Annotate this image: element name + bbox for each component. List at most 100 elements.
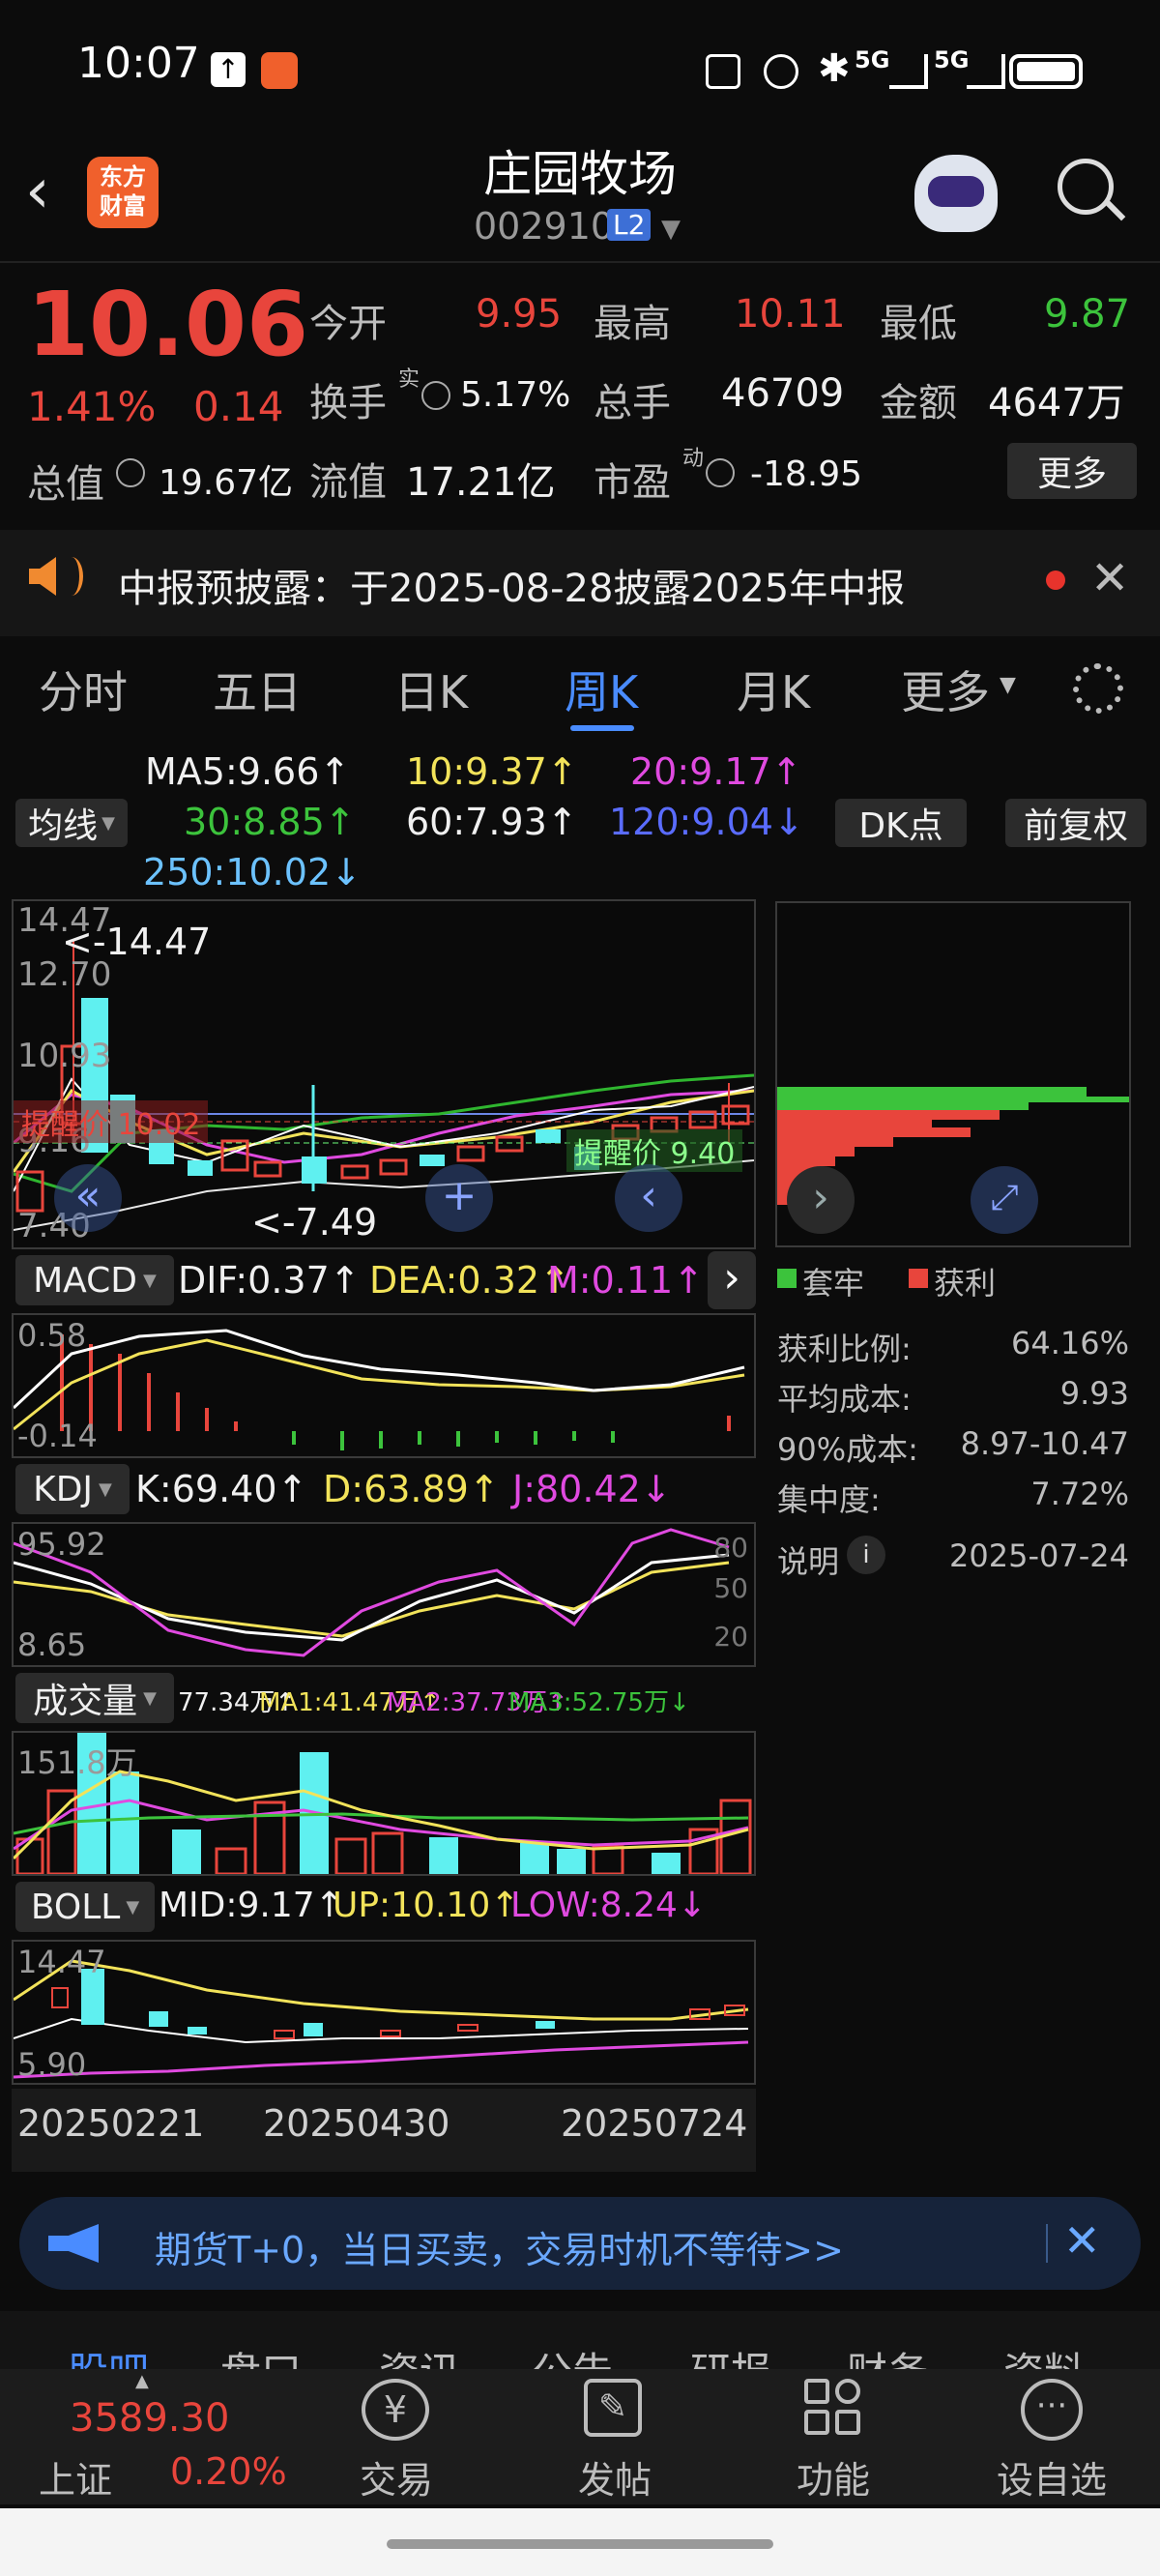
macd-dif: DIF:0.37↑: [178, 1259, 361, 1302]
info-icon[interactable]: i: [847, 1536, 885, 1574]
macd-chart[interactable]: 0.58 -0.14: [12, 1313, 756, 1458]
chip-distribution-chart[interactable]: › ⤢: [775, 901, 1131, 1247]
gear-icon[interactable]: [1073, 663, 1123, 714]
index-name[interactable]: 上证: [39, 2450, 112, 2503]
zoom-in-icon[interactable]: +: [425, 1164, 493, 1232]
boll-low: LOW:8.24↓: [510, 1886, 708, 1925]
chevron-down-icon: ▼: [143, 1270, 157, 1291]
sub-tab-bar[interactable]: 股吧 盘口 资讯 公告 研报 财务 资料: [0, 2311, 1160, 2369]
change-amount: 0.14: [193, 383, 284, 430]
sub-tab-finance[interactable]: 财务: [847, 2340, 928, 2369]
sub-tab-news[interactable]: 资讯: [379, 2340, 460, 2369]
turnover-value: 5.17%: [460, 375, 571, 415]
signal-icon-1: [889, 54, 928, 89]
volume-chart[interactable]: 151.8万: [12, 1731, 756, 1876]
macd-dea: DEA:0.32↑: [369, 1259, 570, 1302]
kdj-level-50: 50: [713, 1572, 748, 1604]
kdj-chart[interactable]: 95.92 8.65 80 50 20: [12, 1522, 756, 1667]
upload-icon: ↑: [211, 52, 246, 87]
chevron-down-icon[interactable]: ▼: [661, 215, 681, 244]
sub-tab-research[interactable]: 研报: [690, 2340, 771, 2369]
app-notification-icon: [261, 52, 298, 89]
active-tab-indicator: [570, 725, 634, 731]
index-percent[interactable]: 0.20%: [170, 2450, 287, 2493]
date-label-2: 20250430: [263, 2102, 450, 2145]
kline-chart[interactable]: 14.47 12.70 10.93 9.16 7.40 <-14.47 <-7.…: [12, 899, 756, 1249]
chevron-down-icon: ▼: [1000, 673, 1016, 697]
ma-selector[interactable]: 均线 ▼: [15, 799, 128, 847]
boll-chart[interactable]: 14.47 5.90: [12, 1940, 756, 2085]
chip-value-avg-cost: 9.93: [1059, 1375, 1129, 1412]
tab-more[interactable]: 更多: [901, 658, 990, 721]
low-value: 9.87: [1044, 292, 1131, 337]
legend-trapped-swatch: [777, 1269, 797, 1288]
tab-five-day[interactable]: 五日: [213, 658, 302, 721]
dea-line: [13, 1338, 745, 1431]
expand-icon[interactable]: ⤢: [971, 1166, 1038, 1234]
unread-dot: [1046, 571, 1065, 590]
alert-price-red[interactable]: 提醒价 10.02: [14, 1100, 209, 1143]
nav-functions[interactable]: 功能: [756, 2450, 911, 2503]
battery-icon: [1009, 54, 1083, 89]
tab-monthly-k[interactable]: 月K: [737, 658, 810, 721]
double-chevron-left-icon[interactable]: «: [54, 1164, 122, 1232]
info-icon[interactable]: [116, 458, 145, 487]
sub-tab-pankou[interactable]: 盘口: [220, 2340, 302, 2369]
date-label-1: 20250221: [17, 2102, 205, 2145]
chip-value-90-cost: 8.97-10.47: [960, 1425, 1129, 1462]
boll-selector[interactable]: BOLL ▼: [15, 1882, 155, 1932]
more-button[interactable]: 更多: [1007, 443, 1137, 499]
sub-tab-profile[interactable]: 资料: [1003, 2340, 1085, 2369]
signal-label-1: 5G: [855, 46, 890, 73]
volume-ma3: MA3:52.75万↓: [508, 1688, 690, 1717]
kdj-top-tick: 95.92: [17, 1526, 106, 1563]
sub-tab-guba[interactable]: 股吧: [68, 2340, 149, 2369]
promo-text: 期货T+0，当日买卖，交易时机不等待>>: [155, 2229, 844, 2271]
market-cap-label: 总值: [27, 462, 104, 507]
boll-mid: MID:9.17↑: [159, 1886, 344, 1925]
change-percent: 1.41%: [27, 383, 157, 430]
volume-selector-label: 成交量: [33, 1682, 138, 1721]
close-icon[interactable]: ✕: [1063, 2214, 1101, 2267]
functions-grid-icon[interactable]: [804, 2379, 862, 2437]
post-edit-icon[interactable]: ✎: [584, 2379, 642, 2437]
chip-label-concentration: 集中度:: [777, 1481, 881, 1518]
tab-daily-k[interactable]: 日K: [394, 658, 468, 721]
robot-assistant-icon[interactable]: [914, 155, 998, 232]
dk-point-button[interactable]: DK点: [835, 799, 967, 847]
turnover-superscript: 实: [398, 367, 420, 392]
level-badge[interactable]: L2: [607, 209, 652, 241]
boll-up: UP:10.10↑: [333, 1886, 520, 1925]
chevron-left-icon[interactable]: ‹: [615, 1164, 682, 1232]
ma10-value: 10:9.37↑: [406, 750, 578, 793]
kdj-selector[interactable]: KDJ ▼: [15, 1464, 130, 1514]
chevron-right-icon[interactable]: ›: [787, 1166, 855, 1234]
index-value[interactable]: 3589.30: [70, 2396, 229, 2441]
speaker-wave-icon: [60, 557, 83, 596]
sub-tab-announcements[interactable]: 公告: [532, 2340, 613, 2369]
trade-yen-icon[interactable]: ¥: [362, 2379, 429, 2441]
close-icon[interactable]: ✕: [1090, 551, 1129, 605]
high-label: 最高: [594, 302, 671, 346]
adjust-price-button[interactable]: 前复权: [1005, 799, 1146, 847]
tab-intraday[interactable]: 分时: [39, 658, 128, 721]
amount-label: 金额: [880, 381, 957, 425]
nav-post[interactable]: 发帖: [537, 2450, 692, 2503]
more-dots-icon[interactable]: ···: [1021, 2379, 1083, 2441]
chip-note-label[interactable]: 说明: [777, 1537, 839, 1582]
ma5-value: MA5:9.66↑: [145, 750, 351, 793]
volume-selector[interactable]: 成交量 ▼: [15, 1673, 174, 1723]
notice-text: 中报预披露：于2025-08-28披露2025年中报: [118, 567, 906, 611]
home-gesture-bar[interactable]: [387, 2539, 773, 2549]
tab-weekly-k[interactable]: 周K: [565, 658, 638, 721]
info-icon[interactable]: [421, 381, 450, 410]
info-icon[interactable]: [706, 458, 735, 487]
kdj-level-80: 80: [713, 1532, 748, 1564]
macd-selector[interactable]: MACD ▼: [15, 1255, 174, 1305]
chevron-right-icon[interactable]: ›: [708, 1251, 756, 1309]
kdj-selector-label: KDJ: [33, 1469, 94, 1509]
chevron-up-icon[interactable]: ▲: [135, 2371, 149, 2391]
search-icon[interactable]: [1058, 159, 1114, 215]
nav-trade[interactable]: 交易: [319, 2450, 474, 2503]
nav-add-watchlist[interactable]: 设自选: [974, 2450, 1129, 2503]
